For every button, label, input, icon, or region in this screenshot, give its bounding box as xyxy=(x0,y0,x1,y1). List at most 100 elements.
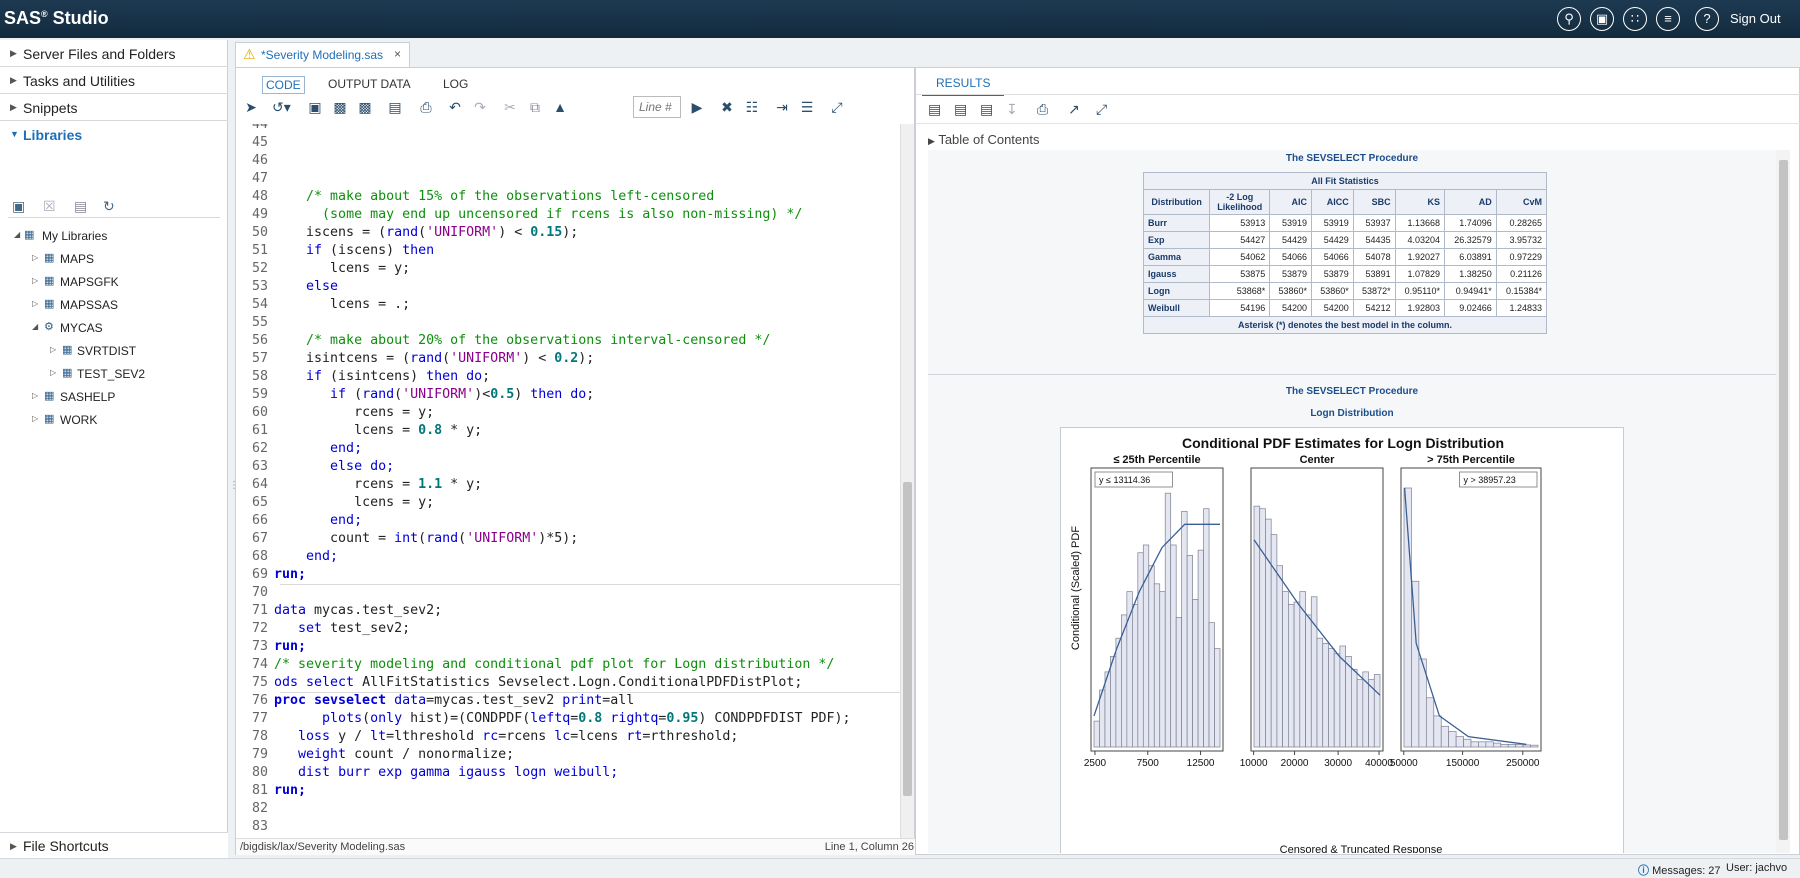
nav-section-tasks[interactable]: ▶ Tasks and Utilities xyxy=(0,67,228,94)
help-icon[interactable]: ? xyxy=(1695,7,1719,31)
code-keyword: data xyxy=(386,693,427,708)
code-string: 'UNIFORM' xyxy=(450,351,523,366)
collapse-triangle-icon[interactable]: ▼ xyxy=(10,129,19,139)
download-pdf-icon[interactable]: ▤ xyxy=(954,101,967,118)
collapsed-triangle-icon[interactable]: ▷ xyxy=(32,253,38,262)
paste-icon[interactable]: ▲ xyxy=(551,98,569,116)
histogram-bar xyxy=(1448,731,1457,748)
line-number-input[interactable] xyxy=(633,96,681,118)
expand-triangle-icon[interactable]: ▶ xyxy=(10,75,17,86)
collapsed-triangle-icon[interactable]: ▷ xyxy=(50,345,56,354)
code-keyword: data xyxy=(274,603,307,618)
collapsed-triangle-icon[interactable]: ▷ xyxy=(32,276,38,285)
table-of-contents-toggle[interactable]: ▶ Table of Contents xyxy=(928,132,1040,147)
run-icon[interactable]: ➤ xyxy=(242,98,260,116)
line-number: 50 xyxy=(251,225,268,240)
export-icon[interactable]: ▤ xyxy=(386,98,404,116)
table-cell: 53868* xyxy=(1209,282,1271,300)
code-text: ( xyxy=(418,531,427,546)
tab-log[interactable]: LOG xyxy=(440,76,471,92)
cut-icon[interactable]: ✂ xyxy=(501,98,519,116)
tab-results[interactable]: RESULTS xyxy=(922,72,1005,96)
download-icon[interactable]: ↧ xyxy=(1006,101,1018,118)
messages-indicator[interactable]: ⓘ Messages: 27 xyxy=(1638,862,1721,878)
code-number: 0.5 xyxy=(490,387,515,402)
go-to-line-icon[interactable]: ▶ xyxy=(688,98,706,116)
submit-lines-icon[interactable]: ⇥ xyxy=(773,98,791,116)
code-text: lcens = y; xyxy=(354,495,435,510)
maximize-results-icon[interactable]: ⤢ xyxy=(1096,101,1107,118)
collapsed-triangle-icon[interactable]: ▷ xyxy=(50,368,56,377)
line-number: 48 xyxy=(251,189,268,204)
expand-triangle-icon[interactable]: ▶ xyxy=(928,136,935,146)
tree-item-mapsgfk[interactable]: ▷ ▦ MAPSGFK xyxy=(32,275,192,289)
print-icon[interactable]: ⎙ xyxy=(417,98,435,116)
nav-section-server-files[interactable]: ▶ Server Files and Folders xyxy=(0,40,228,67)
save-as-icon[interactable]: ▩ xyxy=(331,98,349,116)
table-cell: 1.92027 xyxy=(1394,248,1445,266)
results-scroll-thumb[interactable] xyxy=(1779,160,1788,840)
tree-item-my-libraries[interactable]: ◢ ▦ My Libraries xyxy=(14,229,194,243)
code-text: ; xyxy=(586,387,595,402)
print-results-icon[interactable]: ⎙ xyxy=(1037,101,1048,118)
new-library-icon[interactable]: ▣ xyxy=(12,198,25,215)
tree-item-mapssas[interactable]: ▷ ▦ MAPSSAS xyxy=(32,298,192,312)
save-icon[interactable]: ▣ xyxy=(306,98,324,116)
tree-item-svrtdist[interactable]: ▷ ▦ SVRTDIST xyxy=(50,344,200,358)
clear-code-icon[interactable]: ✖ xyxy=(718,98,736,116)
results-scrollbar[interactable] xyxy=(1776,150,1790,853)
collapsed-triangle-icon[interactable]: ▷ xyxy=(32,391,38,400)
histogram-bar xyxy=(1299,591,1306,748)
properties-icon[interactable]: ▤ xyxy=(74,198,87,215)
history-icon[interactable]: ↺▾ xyxy=(272,98,291,116)
collapsed-triangle-icon[interactable]: ▷ xyxy=(32,414,38,423)
tree-item-mycas[interactable]: ◢ ⚙ MYCAS xyxy=(32,321,192,335)
tab-output-data[interactable]: OUTPUT DATA xyxy=(325,76,414,92)
search-icon[interactable]: ⚲ xyxy=(1557,7,1581,31)
download-html-icon[interactable]: ▤ xyxy=(928,101,941,118)
histogram-bar xyxy=(1425,697,1435,748)
nav-section-libraries[interactable]: ▼ Libraries xyxy=(0,121,228,148)
tree-item-test-sev2[interactable]: ▷ ▦ TEST_SEV2 xyxy=(50,367,200,381)
code-text: ) CONDPDFDIST PDF); xyxy=(698,711,851,726)
tab-code[interactable]: CODE xyxy=(262,76,305,94)
refresh-icon[interactable]: ↻ xyxy=(103,198,115,215)
nav-section-snippets[interactable]: ▶ Snippets xyxy=(0,94,228,121)
undo-icon[interactable]: ↶ xyxy=(446,98,464,116)
redo-icon[interactable]: ↷ xyxy=(471,98,489,116)
format-code-icon[interactable]: ☷ xyxy=(743,98,761,116)
open-new-window-icon[interactable]: ↗ xyxy=(1068,101,1080,118)
expanded-triangle-icon[interactable]: ◢ xyxy=(14,230,20,239)
nav-section-file-shortcuts[interactable]: ▶ File Shortcuts xyxy=(0,832,228,858)
histogram-bar xyxy=(1373,674,1381,748)
code-text: lcens = y; xyxy=(330,261,411,276)
open-folder-icon[interactable]: ▣ xyxy=(1590,7,1614,31)
editor-scrollbar[interactable] xyxy=(900,124,914,841)
snippets-icon[interactable]: ☰ xyxy=(798,98,816,116)
tree-item-maps[interactable]: ▷ ▦ MAPS xyxy=(32,252,192,266)
apps-grid-icon[interactable]: ∷ xyxy=(1623,7,1647,31)
sign-out-link[interactable]: Sign Out xyxy=(1730,11,1781,26)
download-rtf-icon[interactable]: ▤ xyxy=(980,101,993,118)
line-number: 49 xyxy=(251,207,268,222)
col-header: AD xyxy=(1443,189,1497,215)
code-keyword: loss xyxy=(298,729,331,744)
save-to-icon[interactable]: ▩ xyxy=(356,98,374,116)
close-icon[interactable]: × xyxy=(394,47,401,61)
expand-triangle-icon[interactable]: ▶ xyxy=(10,102,17,113)
editor-scroll-thumb[interactable] xyxy=(903,482,912,796)
copy-icon[interactable]: ⧉ xyxy=(526,98,544,116)
delete-icon[interactable]: ☒ xyxy=(43,198,56,215)
menu-icon[interactable]: ≡ xyxy=(1656,7,1680,31)
code-area[interactable]: 44 45 46 47 48 /* make about 15% of the … xyxy=(236,124,900,841)
file-tab[interactable]: ⚠ *Severity Modeling.sas × xyxy=(235,42,410,67)
expand-triangle-icon[interactable]: ▶ xyxy=(10,841,17,852)
maximize-icon[interactable]: ⤢ xyxy=(828,98,846,116)
expand-triangle-icon[interactable]: ▶ xyxy=(10,48,17,59)
expanded-triangle-icon[interactable]: ◢ xyxy=(32,322,38,331)
info-icon: ⓘ xyxy=(1638,865,1649,877)
code-text: iscens = ( xyxy=(306,225,387,240)
collapsed-triangle-icon[interactable]: ▷ xyxy=(32,299,38,308)
tree-item-sashelp[interactable]: ▷ ▦ SASHELP xyxy=(32,390,192,404)
tree-item-work[interactable]: ▷ ▦ WORK xyxy=(32,413,192,427)
